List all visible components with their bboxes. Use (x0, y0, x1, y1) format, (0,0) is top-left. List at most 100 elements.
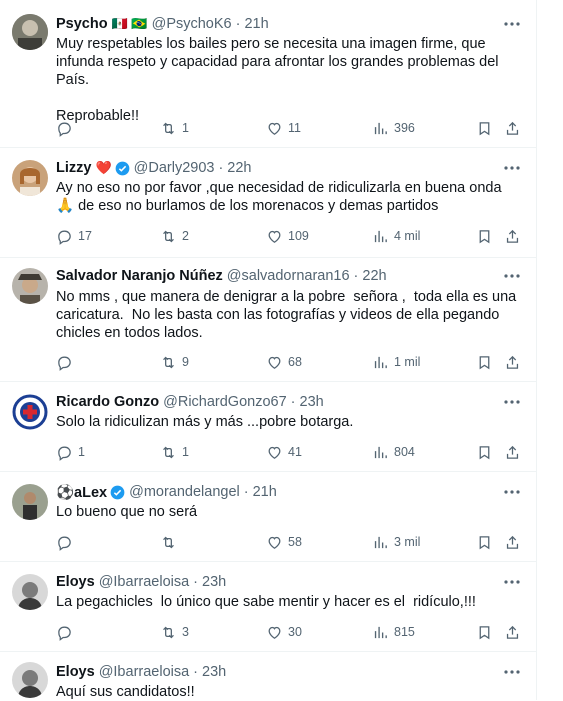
like-button[interactable]: 41 (266, 442, 302, 462)
reply-icon (58, 536, 71, 551)
avatar[interactable] (12, 14, 48, 50)
views-button[interactable]: 804 (372, 442, 415, 462)
display-name[interactable]: Ricardo Gonzo (56, 394, 159, 410)
reply-button[interactable] (56, 532, 78, 552)
timestamp[interactable]: 23h (300, 394, 324, 410)
action-bar: 3 30 815 (56, 622, 528, 642)
reply-icon (58, 356, 71, 371)
views-button[interactable]: 396 (372, 118, 415, 138)
retweet-button[interactable]: 1 (160, 442, 189, 462)
share-button[interactable] (504, 622, 521, 642)
tweet[interactable]: ⚽aLex @morandelangel · 21h Lo bueno que … (0, 472, 536, 562)
views-button[interactable]: 3 mil (372, 532, 420, 552)
reply-button[interactable]: 1 (56, 442, 85, 462)
like-button[interactable]: 58 (266, 532, 302, 552)
more-options-icon[interactable] (502, 14, 522, 34)
separator-dot: · (235, 16, 241, 32)
retweet-button[interactable] (160, 532, 182, 552)
timestamp[interactable]: 21h (244, 16, 268, 32)
more-options-icon[interactable] (502, 572, 522, 592)
bookmark-button[interactable] (476, 352, 493, 372)
share-button[interactable] (504, 532, 521, 552)
share-button[interactable] (504, 118, 521, 138)
share-icon (506, 229, 519, 243)
avatar[interactable] (12, 394, 48, 430)
share-button[interactable] (504, 352, 521, 372)
timestamp[interactable]: 22h (362, 268, 386, 284)
tweet-text: No mms , que manera de denigrar a la pob… (56, 289, 521, 341)
more-options-icon[interactable] (502, 392, 522, 412)
like-button[interactable]: 68 (266, 352, 302, 372)
bookmark-icon (479, 445, 490, 459)
reply-button[interactable]: 17 (56, 226, 92, 246)
views-button[interactable]: 4 mil (372, 226, 420, 246)
user-handle[interactable]: @Ibarraeloisa (99, 664, 189, 680)
bookmark-button[interactable] (476, 532, 493, 552)
bookmark-button[interactable] (476, 118, 493, 138)
views-button[interactable]: 1 mil (372, 352, 420, 372)
reply-icon (58, 446, 71, 461)
display-name[interactable]: Psycho (56, 16, 108, 32)
retweet-button[interactable]: 1 (160, 118, 189, 138)
timestamp[interactable]: 21h (253, 484, 277, 500)
user-handle[interactable]: @PsychoK6 (152, 16, 232, 32)
more-options-icon[interactable] (502, 482, 522, 502)
user-handle[interactable]: @salvadornaran16 (227, 268, 350, 284)
bookmark-icon (479, 625, 490, 639)
avatar[interactable] (12, 484, 48, 520)
retweet-button[interactable]: 3 (160, 622, 189, 642)
like-button[interactable]: 11 (266, 118, 301, 138)
avatar[interactable] (12, 268, 48, 304)
analytics-icon (374, 536, 387, 548)
tweet-text: Lo bueno que no será (56, 504, 198, 520)
user-handle[interactable]: @Darly2903 (134, 160, 215, 176)
timestamp[interactable]: 23h (202, 574, 226, 590)
avatar[interactable] (12, 662, 48, 698)
tweet-text: Muy respetables los bailes pero se neces… (56, 36, 499, 124)
separator-dot: · (290, 394, 296, 410)
reply-button[interactable] (56, 622, 78, 642)
timeline-feed: Psycho 🇲🇽 🇧🇷 @PsychoK6 · 21h Muy respeta… (0, 0, 537, 700)
share-icon (506, 121, 519, 135)
reply-button[interactable] (56, 352, 78, 372)
display-name[interactable]: Salvador Naranjo Núñez (56, 268, 223, 284)
bookmark-button[interactable] (476, 442, 493, 462)
tweet[interactable]: Eloys @Ibarraeloisa · 23h Aquí sus candi… (0, 652, 536, 700)
more-options-icon[interactable] (502, 158, 522, 178)
tweet[interactable]: Ricardo Gonzo @RichardGonzo67 · 23h Solo… (0, 382, 536, 472)
user-handle[interactable]: @morandelangel (129, 484, 240, 500)
share-button[interactable] (504, 226, 521, 246)
like-button[interactable]: 30 (266, 622, 302, 642)
tweet[interactable]: Psycho 🇲🇽 🇧🇷 @PsychoK6 · 21h Muy respeta… (0, 0, 536, 148)
retweet-button[interactable]: 9 (160, 352, 189, 372)
more-options-icon[interactable] (502, 662, 522, 682)
tweet[interactable]: Lizzy ❤️ @Darly2903 · 22h Ay no eso no p… (0, 148, 536, 258)
analytics-icon (374, 122, 387, 134)
user-handle[interactable]: @Ibarraeloisa (99, 574, 189, 590)
bookmark-icon (479, 229, 490, 243)
bookmark-button[interactable] (476, 226, 493, 246)
tweet[interactable]: Eloys @Ibarraeloisa · 23h La pegachicles… (0, 562, 536, 652)
display-name[interactable]: Eloys (56, 664, 95, 680)
heart-icon (268, 446, 281, 459)
reply-button[interactable] (56, 118, 78, 138)
retweet-button[interactable]: 2 (160, 226, 189, 246)
timestamp[interactable]: 23h (202, 664, 226, 680)
avatar[interactable] (12, 574, 48, 610)
more-options-icon[interactable] (502, 266, 522, 286)
action-bar: 58 3 mil (56, 532, 528, 552)
avatar[interactable] (12, 160, 48, 196)
tweet[interactable]: Salvador Naranjo Núñez @salvadornaran16 … (0, 258, 536, 382)
user-handle[interactable]: @RichardGonzo67 (163, 394, 287, 410)
bookmark-button[interactable] (476, 622, 493, 642)
share-button[interactable] (504, 442, 521, 462)
action-bar: 1 11 396 (56, 118, 528, 138)
like-button[interactable]: 109 (266, 226, 309, 246)
analytics-icon (374, 230, 387, 242)
display-name[interactable]: Lizzy (56, 160, 91, 176)
display-name[interactable]: Eloys (56, 574, 95, 590)
display-name[interactable]: ⚽aLex (56, 484, 107, 501)
analytics-icon (374, 356, 387, 368)
timestamp[interactable]: 22h (227, 160, 251, 176)
views-button[interactable]: 815 (372, 622, 415, 642)
